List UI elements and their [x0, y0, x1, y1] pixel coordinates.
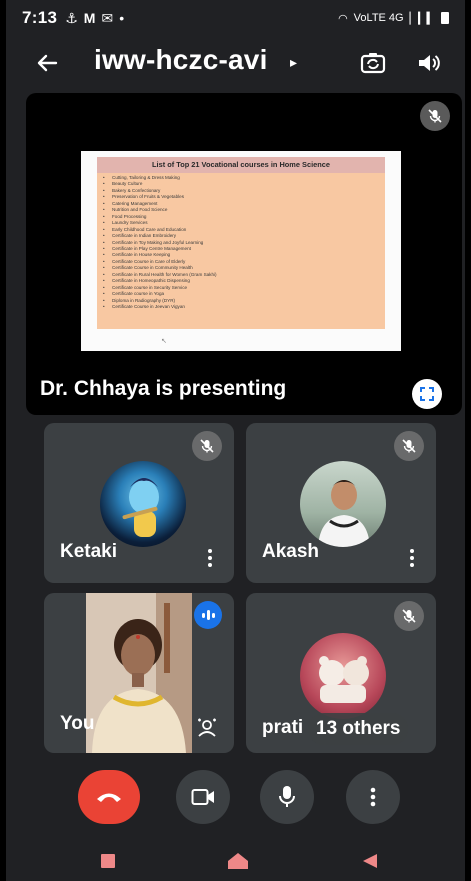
- back-arrow-icon: [37, 54, 58, 72]
- self-name: You: [60, 713, 95, 734]
- notification-icons: ⚓ M ✉ •: [65, 10, 124, 27]
- status-time: 7:13: [22, 8, 58, 27]
- akash-name: Akash: [262, 541, 320, 562]
- ketaki-mic-off-badge: [192, 431, 222, 461]
- slide-title: List of Top 21 Vocational courses in Hom…: [97, 157, 385, 173]
- mic-off-icon: [428, 109, 442, 123]
- back-nav-button[interactable]: [358, 850, 382, 872]
- message-icon: ✉: [101, 9, 114, 26]
- slide-list-item: Certificate Course in Jeevan Vigyan: [103, 304, 373, 310]
- battery-icon: [441, 12, 449, 24]
- switch-camera-icon: [360, 53, 386, 74]
- meeting-code[interactable]: iww-hczc-avi: [94, 44, 268, 76]
- ketaki-avatar: [100, 461, 186, 547]
- meeting-toolbar: iww-hczc-avi ▸: [6, 40, 465, 86]
- signal-icon: ▏▎▍: [409, 12, 435, 25]
- torch-icon: ⚓: [65, 9, 78, 26]
- microphone-icon: [279, 786, 295, 807]
- camera-icon: [191, 789, 214, 805]
- mic-off-icon: [402, 439, 416, 453]
- participant-tile-self[interactable]: You: [44, 593, 234, 753]
- home-button[interactable]: [226, 850, 250, 872]
- speaker-icon: [419, 55, 440, 71]
- mic-off-icon: [200, 439, 214, 453]
- ketaki-more-button[interactable]: [201, 545, 219, 571]
- network-label: VoLTE 4G: [353, 12, 404, 24]
- recents-button[interactable]: [96, 850, 120, 872]
- participant-tile-others[interactable]: prati 13 others: [246, 593, 436, 753]
- presenter-label: Dr. Chhaya is presenting: [40, 377, 287, 400]
- status-bar: 7:13 ⚓ M ✉ • ◠ VoLTE 4G ▏▎▍: [6, 0, 465, 36]
- wifi-icon: ◠: [338, 12, 348, 25]
- call-controls: [6, 770, 465, 824]
- switch-camera-button[interactable]: [356, 46, 390, 80]
- akash-avatar: [300, 461, 386, 547]
- end-call-button[interactable]: [78, 770, 140, 824]
- speaking-indicator-icon: [194, 601, 222, 629]
- more-vert-icon: [370, 787, 376, 807]
- akash-mic-off-badge: [394, 431, 424, 461]
- recents-icon: [101, 854, 115, 868]
- dot-icon: •: [119, 10, 125, 26]
- system-navigation-bar: [6, 840, 465, 881]
- cursor-mark-icon: ↖: [161, 338, 167, 345]
- effects-button[interactable]: [194, 715, 220, 741]
- status-right: ◠ VoLTE 4G ▏▎▍: [338, 12, 449, 25]
- gmail-icon: M: [83, 10, 96, 26]
- camera-toggle-button[interactable]: [176, 770, 230, 824]
- microphone-toggle-button[interactable]: [260, 770, 314, 824]
- others-avatar: [300, 633, 386, 719]
- ketaki-name: Ketaki: [60, 541, 118, 562]
- back-triangle-icon: [363, 854, 377, 868]
- shared-slide: List of Top 21 Vocational courses in Hom…: [81, 151, 401, 351]
- back-button[interactable]: [32, 48, 62, 78]
- slide-content: List of Top 21 Vocational courses in Hom…: [97, 157, 385, 329]
- participant-tile-akash[interactable]: Akash: [246, 423, 436, 583]
- others-mic-off-badge: [394, 601, 424, 631]
- hang-up-icon: [97, 793, 121, 802]
- others-count-label: 13 others: [308, 713, 409, 745]
- akash-more-button[interactable]: [403, 545, 421, 571]
- others-name-partial: prati: [262, 717, 304, 738]
- meeting-info-arrow-icon[interactable]: ▸: [290, 54, 297, 71]
- presentation-tile[interactable]: List of Top 21 Vocational courses in Hom…: [26, 93, 462, 415]
- meet-app: 7:13 ⚓ M ✉ • ◠ VoLTE 4G ▏▎▍ iww-hczc-avi…: [6, 0, 465, 881]
- mic-off-icon: [402, 609, 416, 623]
- participant-tile-ketaki[interactable]: Ketaki: [44, 423, 234, 583]
- slide-course-list: Cutting, Tailoring & Dress MakingBeauty …: [103, 175, 373, 311]
- more-options-button[interactable]: [346, 770, 400, 824]
- audio-output-button[interactable]: [412, 46, 446, 80]
- self-video-feed: [86, 593, 192, 753]
- fullscreen-button[interactable]: [412, 379, 442, 409]
- fullscreen-icon: [420, 387, 434, 401]
- presenter-mic-off-badge: [420, 101, 450, 131]
- effects-icon: [198, 718, 216, 737]
- home-icon: [228, 853, 248, 869]
